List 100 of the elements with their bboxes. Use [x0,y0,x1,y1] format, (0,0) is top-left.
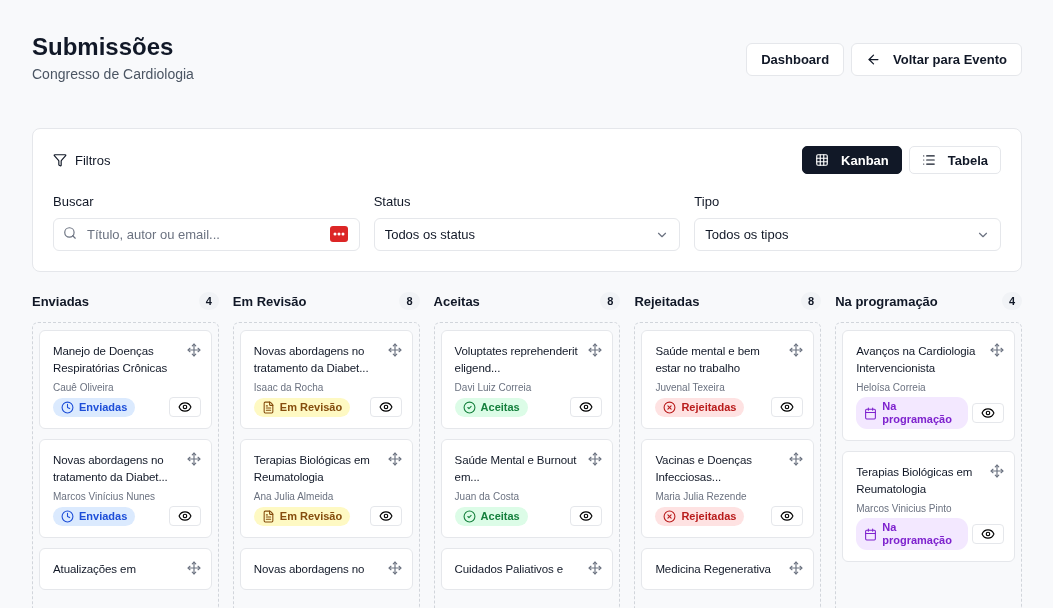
submission-title: Terapias Biológicas em Reumatologia [253,453,371,485]
submission-title: Novas abordagens no tratamento da Diabet... [53,453,169,485]
submission-card[interactable]: Saúde Mental e Burnout em... Juan da Costa Aceitas [440,439,614,538]
column-title: Enviadas [32,293,90,309]
submission-title: Avanços na Cardiologia Intervencionista [856,344,977,376]
document-icon [261,400,275,414]
view-button[interactable] [771,506,804,526]
submission-card[interactable]: Terapias Biológicas em Reumatologia Marcos Vinicius Pinto Na programação [842,451,1015,562]
submission-card[interactable]: Medicina Regenerativa [641,548,815,590]
drag-handle-icon[interactable] [588,561,603,575]
eye-icon [378,400,393,414]
drag-handle-icon[interactable] [990,343,1004,357]
column-title: Na programação [835,293,938,309]
eye-icon [981,527,995,541]
view-button[interactable] [168,506,201,526]
view-button[interactable] [570,397,603,417]
x-circle-icon [663,400,677,414]
column-count: 8 [600,292,621,310]
submission-card[interactable]: Voluptates reprehenderit eligend... Davi Luiz Correia Aceitas [440,330,614,429]
view-button[interactable] [570,506,603,526]
drag-handle-icon[interactable] [789,561,804,575]
x-circle-icon [663,509,677,523]
submission-card[interactable]: Terapias Biológicas em Reumatologia Ana Julia Almeida Em Revisão [239,439,413,538]
search-field[interactable]: Título, autor ou email... [53,218,360,251]
column-title: Em Revisão [232,293,307,309]
submission-author: Marcos Vinícius Nunes [53,491,157,502]
status-badge: Em Revisão [253,397,351,417]
eye-icon [780,400,795,414]
drag-handle-icon[interactable] [186,561,201,575]
drag-handle-icon[interactable] [588,343,603,357]
view-button[interactable] [972,524,1004,544]
list-icon [921,153,936,167]
field-label: Tipo [694,194,721,209]
submission-card[interactable]: Vacinas e Doenças Infecciosas... Maria Julia Rezende Rejeitadas [641,439,815,538]
view-toggle-button[interactable]: Tabela [908,146,1001,174]
eye-icon [579,400,594,414]
dashboard-button[interactable]: Dashboard [746,43,845,76]
check-circle-icon [462,400,476,414]
submission-author: Ana Julia Almeida [253,491,335,502]
submission-card[interactable]: Cuidados Paliativos e [440,548,614,590]
clock-icon [61,400,74,414]
back-button[interactable]: Voltar para Evento [851,43,1022,76]
view-button[interactable] [168,397,201,417]
drag-handle-icon[interactable] [387,452,402,466]
grid-icon [815,153,830,167]
status-badge: Na programação [856,397,969,429]
submission-author: Juvenal Texeira [655,382,726,393]
submission-author: Isaac da Rocha [253,382,325,393]
eye-icon [378,509,393,523]
field-label: Status [373,194,412,209]
drag-handle-icon[interactable] [588,452,603,466]
drag-handle-icon[interactable] [186,452,201,466]
submission-title: Vacinas e Doenças Infecciosas... [655,453,753,485]
submission-title: Atualizações em [53,562,136,577]
submission-card[interactable]: Novas abordagens no tratamento da Diabet... Isaac da Rocha Em Revisão [239,330,413,429]
submission-author: Juan da Costa [454,491,521,502]
drag-handle-icon[interactable] [387,343,402,357]
eye-icon [177,400,192,414]
check-circle-icon [462,509,476,523]
submission-title: Voluptates reprehenderit eligend... [454,344,579,376]
select-field[interactable]: Todos os tipos [694,218,1001,251]
drag-handle-icon[interactable] [186,343,201,357]
submission-title: Novas abordagens no tratamento da Diabet... [253,344,370,376]
submission-title: Saúde Mental e Burnout em... [454,453,578,485]
status-badge: Aceitas [454,397,528,417]
column-title: Rejeitadas [634,293,700,309]
clock-icon [61,509,74,523]
filter-icon [53,153,67,167]
submission-author: Maria Julia Rezende [655,491,748,502]
filters-title: Filtros [75,152,111,168]
submission-title: Medicina Regenerativa [655,562,771,577]
eye-icon [579,509,594,523]
view-button[interactable] [369,397,402,417]
drag-handle-icon[interactable] [789,343,804,357]
eye-icon [981,406,995,420]
drag-handle-icon[interactable] [387,561,402,575]
submission-card[interactable]: Atualizações em [39,548,212,590]
view-button[interactable] [369,506,402,526]
column-count: 4 [1001,292,1022,310]
drag-handle-icon[interactable] [789,452,804,466]
column-title: Aceitas [433,293,480,309]
submission-card[interactable]: Manejo de Doenças Respiratórias Crônicas Cauê Oliveira Enviadas [39,330,212,429]
drag-handle-icon[interactable] [990,464,1004,478]
view-button[interactable] [771,397,804,417]
view-toggle-button[interactable]: Kanban [802,146,902,174]
page-subtitle: Congresso de Cardiologia [32,66,194,82]
submission-card[interactable]: Novas abordagens no [239,548,413,590]
submission-title: Manejo de Doenças Respiratórias Crônicas [53,344,169,376]
submission-card[interactable]: Novas abordagens no tratamento da Diabet... Marcos Vinícius Nunes Enviadas [39,439,212,538]
submission-title: Novas abordagens no [253,562,365,577]
submission-card[interactable]: Avanços na Cardiologia Intervencionista Heloísa Correia Na programação [842,330,1015,441]
calendar-icon [864,406,878,420]
submission-title: Saúde mental e bem estar no trabalho [655,344,761,376]
submission-title: Terapias Biológicas em Reumatologia [856,465,974,497]
select-field[interactable]: Todos os status [373,218,681,251]
submission-card[interactable]: Saúde mental e bem estar no trabalho Juvenal Texeira Rejeitadas [641,330,815,429]
status-badge: Na programação [856,518,969,550]
view-button[interactable] [972,403,1004,423]
field-label: Buscar [53,194,95,209]
status-badge: Enviadas [53,506,136,526]
